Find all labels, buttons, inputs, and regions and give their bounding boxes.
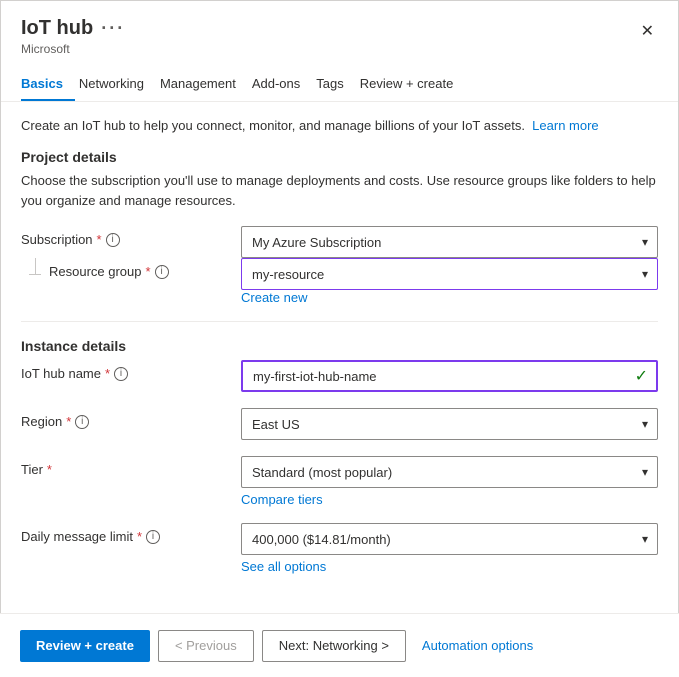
iot-hub-name-info-icon[interactable]: i <box>114 367 128 381</box>
resource-group-label: Resource group <box>49 264 142 279</box>
iot-hub-name-label: IoT hub name <box>21 366 101 381</box>
daily-message-limit-required: * <box>137 529 142 544</box>
iot-hub-name-valid-icon: ✓ <box>635 366 648 386</box>
iot-hub-name-row: IoT hub name * i ✓ <box>21 360 658 392</box>
review-create-button[interactable]: Review + create <box>20 630 150 662</box>
subscription-info-icon[interactable]: i <box>106 233 120 247</box>
tier-select-wrapper: Standard (most popular) ▾ <box>241 456 658 488</box>
rg-info-icon[interactable]: i <box>155 265 169 279</box>
footer: Review + create < Previous Next: Network… <box>0 613 679 677</box>
learn-more-link[interactable]: Learn more <box>532 118 598 133</box>
dialog-subtitle: Microsoft <box>21 42 125 56</box>
rg-label-col: Resource group * i <box>21 258 241 279</box>
rg-control: my-resource ▾ Create new <box>241 258 658 305</box>
subscription-control: My Azure Subscription ▾ <box>241 226 658 258</box>
subscription-select[interactable]: My Azure Subscription <box>241 226 658 258</box>
region-info-icon[interactable]: i <box>75 415 89 429</box>
tier-control: Standard (most popular) ▾ Compare tiers <box>241 456 658 507</box>
create-new-link[interactable]: Create new <box>241 290 307 305</box>
tab-review-create[interactable]: Review + create <box>360 68 466 101</box>
iot-hub-name-required: * <box>105 366 110 381</box>
region-required: * <box>66 414 71 429</box>
daily-message-limit-select[interactable]: 400,000 ($14.81/month) <box>241 523 658 555</box>
tier-row: Tier * Standard (most popular) ▾ Compare… <box>21 456 658 507</box>
subscription-row: Subscription * i My Azure Subscription ▾ <box>21 226 658 258</box>
tier-select[interactable]: Standard (most popular) <box>241 456 658 488</box>
instance-details-title: Instance details <box>21 338 658 354</box>
resource-group-select[interactable]: my-resource <box>241 258 658 290</box>
tab-tags[interactable]: Tags <box>316 68 355 101</box>
region-select[interactable]: East US <box>241 408 658 440</box>
tab-basics[interactable]: Basics <box>21 68 75 101</box>
dialog-title: IoT hub ··· <box>21 17 125 40</box>
subscription-required: * <box>97 232 102 247</box>
tab-networking[interactable]: Networking <box>79 68 156 101</box>
tab-management[interactable]: Management <box>160 68 248 101</box>
subscription-select-wrapper: My Azure Subscription ▾ <box>241 226 658 258</box>
iot-hub-name-control: ✓ <box>241 360 658 392</box>
rg-required: * <box>146 264 151 279</box>
daily-message-limit-info-icon[interactable]: i <box>146 530 160 544</box>
project-details-title: Project details <box>21 149 658 165</box>
dialog-header: IoT hub ··· Microsoft ✕ <box>1 1 678 60</box>
daily-message-limit-select-wrapper: 400,000 ($14.81/month) ▾ <box>241 523 658 555</box>
subscription-label: Subscription <box>21 232 93 247</box>
rg-select-wrapper: my-resource ▾ <box>241 258 658 290</box>
tier-label-area: Tier * <box>21 456 241 477</box>
daily-message-limit-control: 400,000 ($14.81/month) ▾ See all options <box>241 523 658 574</box>
daily-message-limit-label-area: Daily message limit * i <box>21 523 241 544</box>
resource-group-row-wrapper: Resource group * i my-resource ▾ Create … <box>21 258 658 305</box>
project-details-desc: Choose the subscription you'll use to ma… <box>21 171 658 210</box>
region-label: Region <box>21 414 62 429</box>
close-button[interactable]: ✕ <box>637 17 658 45</box>
divider-1 <box>21 321 658 322</box>
content-area: Create an IoT hub to help you connect, m… <box>1 102 678 595</box>
region-row: Region * i East US ▾ <box>21 408 658 440</box>
rg-label-area: Resource group * i <box>49 258 169 279</box>
see-all-options-link[interactable]: See all options <box>241 559 658 574</box>
region-label-area: Region * i <box>21 408 241 429</box>
tier-required: * <box>47 462 52 477</box>
tier-label: Tier <box>21 462 43 477</box>
description-text: Create an IoT hub to help you connect, m… <box>21 118 658 133</box>
daily-message-limit-row: Daily message limit * i 400,000 ($14.81/… <box>21 523 658 574</box>
region-control: East US ▾ <box>241 408 658 440</box>
compare-tiers-link[interactable]: Compare tiers <box>241 492 658 507</box>
title-text: IoT hub <box>21 17 93 40</box>
tab-bar: Basics Networking Management Add-ons Tag… <box>1 68 678 102</box>
tab-addons[interactable]: Add-ons <box>252 68 312 101</box>
previous-button[interactable]: < Previous <box>158 630 254 662</box>
title-dots: ··· <box>101 18 125 39</box>
iot-hub-name-label-area: IoT hub name * i <box>21 360 241 381</box>
daily-message-limit-label: Daily message limit <box>21 529 133 544</box>
iot-hub-name-input-wrapper: ✓ <box>241 360 658 392</box>
automation-options-button[interactable]: Automation options <box>414 632 541 659</box>
title-area: IoT hub ··· Microsoft <box>21 17 125 56</box>
subscription-label-area: Subscription * i <box>21 226 241 247</box>
resource-group-section: Resource group * i my-resource ▾ Create … <box>21 258 658 305</box>
region-select-wrapper: East US ▾ <box>241 408 658 440</box>
next-button[interactable]: Next: Networking > <box>262 630 406 662</box>
iot-hub-name-input[interactable] <box>241 360 658 392</box>
